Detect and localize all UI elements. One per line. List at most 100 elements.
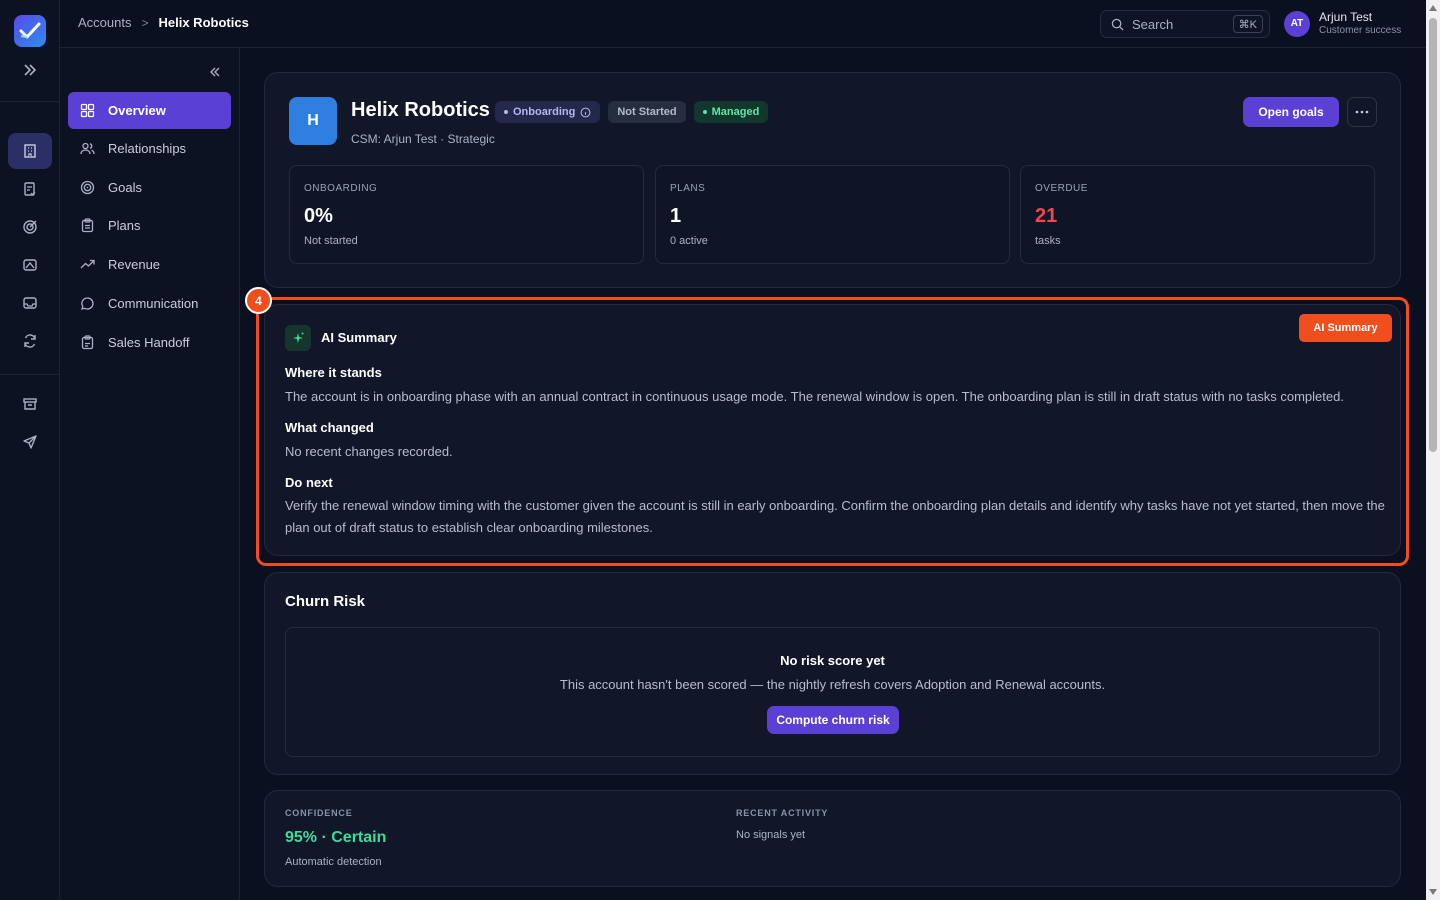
managed-label: Managed <box>711 106 760 118</box>
breadcrumb-accounts[interactable]: Accounts <box>78 15 131 30</box>
rail-divider <box>0 374 60 375</box>
rail-inbox[interactable] <box>8 285 52 321</box>
nav-item-label: Relationships <box>108 141 187 156</box>
account-name: Helix Robotics <box>351 99 490 121</box>
expand-rail-icon[interactable] <box>22 62 38 78</box>
user-menu[interactable]: AT Arjun Test Customer success <box>1284 10 1401 37</box>
doc-check-icon <box>24 182 36 196</box>
archive-icon <box>23 398 37 410</box>
status-badge: Not Started <box>608 101 686 123</box>
rail-accounts[interactable] <box>8 133 52 169</box>
page-scrollbar[interactable] <box>1426 0 1440 900</box>
scroll-up-arrow[interactable] <box>1429 5 1437 11</box>
nav-item-communication[interactable]: Communication <box>68 285 231 322</box>
target-icon <box>80 180 95 195</box>
stat-label: PLANS <box>670 183 706 194</box>
search-icon <box>1111 18 1124 31</box>
recent-activity-label: RECENT ACTIVITY <box>736 808 829 818</box>
more-icon <box>1355 110 1369 114</box>
account-logo: H <box>289 97 337 145</box>
nav-item-goals[interactable]: Goals <box>68 169 231 206</box>
nav-item-label: Communication <box>108 296 199 311</box>
account-badges: Onboarding Not Started Managed <box>495 101 769 123</box>
compute-churn-button[interactable]: Compute churn risk <box>767 706 899 734</box>
stat-value: 1 <box>670 205 682 227</box>
recent-activity-value: No signals yet <box>736 829 806 841</box>
managed-dot <box>702 110 707 114</box>
gauge-icon <box>23 259 37 271</box>
churn-title: Churn Risk <box>285 593 366 610</box>
inbox-icon <box>23 297 37 309</box>
user-name: Arjun Test <box>1319 10 1373 24</box>
stat-label: ONBOARDING <box>304 183 378 194</box>
confidence-card: CONFIDENCE 95% · Certain Automatic detec… <box>264 790 1401 887</box>
account-subnav: Overview Relationships Goals Plans Reven… <box>60 48 240 900</box>
stage-label: Onboarding <box>513 106 576 118</box>
open-goals-button[interactable]: Open goals <box>1243 97 1339 127</box>
stat-overdue: OVERDUE 21 tasks <box>1020 165 1375 264</box>
confidence-sub: Automatic detection <box>285 856 382 868</box>
scroll-thumb[interactable] <box>1429 18 1437 452</box>
nav-item-label: Revenue <box>108 257 161 272</box>
search-label: Search <box>1132 16 1174 32</box>
nav-item-label: Plans <box>108 218 141 233</box>
stat-onboarding: ONBOARDING 0% Not started <box>289 165 644 264</box>
rail-sync[interactable] <box>8 323 52 359</box>
search-input[interactable]: Search ⌘K <box>1100 10 1270 38</box>
top-bar: Accounts > Helix Robotics Search ⌘K AT A… <box>60 0 1426 48</box>
users-icon <box>80 142 95 155</box>
churn-risk-card: Churn Risk No risk score yet This accoun… <box>264 572 1401 775</box>
stat-label: OVERDUE <box>1035 183 1088 194</box>
stage-badge[interactable]: Onboarding <box>495 101 601 123</box>
search-shortcut: ⌘K <box>1232 15 1263 33</box>
account-header-card: H Helix Robotics Onboarding Not Started … <box>264 72 1401 288</box>
stat-sub: tasks <box>1035 235 1061 247</box>
target-icon <box>23 220 37 234</box>
stat-sub: 0 active <box>670 235 708 247</box>
nav-item-plans[interactable]: Plans <box>68 207 231 244</box>
confidence-label: CONFIDENCE <box>285 808 353 818</box>
rail-tasks[interactable] <box>8 171 52 207</box>
nav-item-overview[interactable]: Overview <box>68 92 231 129</box>
csm-line: CSM: Arjun Test · Strategic <box>351 132 495 146</box>
stat-plans: PLANS 1 0 active <box>655 165 1010 264</box>
more-options-button[interactable] <box>1347 97 1377 127</box>
building-icon <box>24 144 36 158</box>
clipboard-check-icon <box>81 335 94 350</box>
managed-badge: Managed <box>693 101 769 123</box>
nav-item-relationships[interactable]: Relationships <box>68 130 231 167</box>
refresh-icon <box>24 334 36 348</box>
clipboard-icon <box>81 218 94 233</box>
breadcrumb-separator: > <box>141 15 149 30</box>
rail-archive[interactable] <box>8 386 52 422</box>
nav-item-revenue[interactable]: Revenue <box>68 246 231 283</box>
info-icon <box>580 107 591 117</box>
scroll-down-arrow[interactable] <box>1429 889 1437 895</box>
breadcrumb: Accounts > Helix Robotics <box>78 15 249 30</box>
rail-revenue[interactable] <box>8 247 52 283</box>
rail-goals[interactable] <box>8 209 52 245</box>
rail-send[interactable] <box>8 424 52 460</box>
nav-item-sales-handoff[interactable]: Sales Handoff <box>68 324 231 361</box>
highlight-number-badge: 4 <box>245 287 272 314</box>
breadcrumb-current: Helix Robotics <box>158 15 249 30</box>
highlight-frame <box>256 297 1409 566</box>
stat-value: 0% <box>304 205 333 227</box>
confidence-value: 95% · Certain <box>285 829 387 846</box>
nav-item-label: Overview <box>108 103 166 118</box>
icon-rail <box>0 0 60 900</box>
churn-empty-desc: This account hasn't been scored — the ni… <box>559 677 1106 692</box>
rail-divider <box>0 101 60 102</box>
churn-empty-state: No risk score yet This account hasn't be… <box>285 627 1380 757</box>
stat-sub: Not started <box>304 235 358 247</box>
trend-icon <box>80 259 95 269</box>
stage-dot <box>504 110 508 114</box>
user-role: Customer success <box>1319 25 1402 36</box>
collapse-nav-icon[interactable] <box>208 65 222 79</box>
nav-item-label: Sales Handoff <box>108 335 190 350</box>
stat-value: 21 <box>1035 205 1058 227</box>
nav-item-label: Goals <box>108 180 142 195</box>
app-logo[interactable] <box>14 15 46 47</box>
send-icon <box>23 435 37 449</box>
chat-icon <box>81 297 94 310</box>
